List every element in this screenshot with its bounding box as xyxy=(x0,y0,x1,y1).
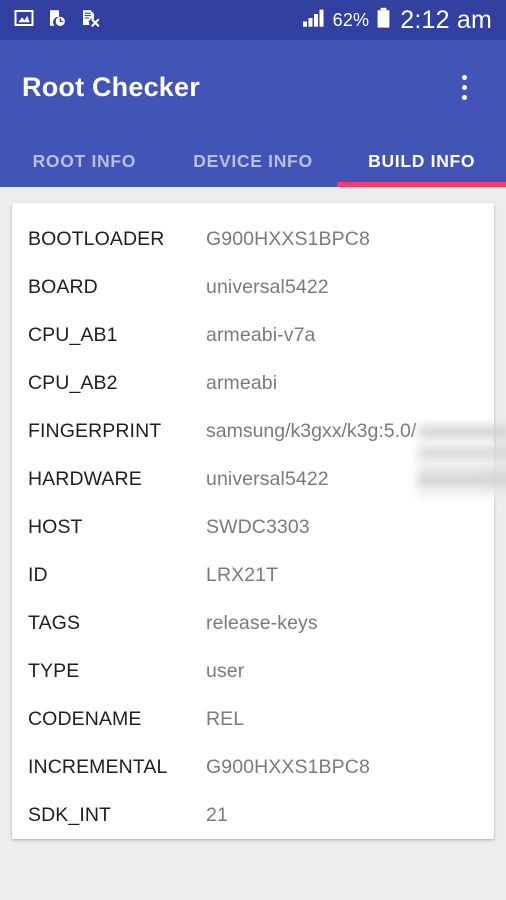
table-row: CODENAME REL xyxy=(12,695,494,743)
row-label: SDK_INT xyxy=(28,804,112,826)
row-label: BOARD xyxy=(28,276,98,298)
app-window: 62% 2:12 am Root Checker ROOT INFO DEVIC… xyxy=(0,0,506,900)
row-label: INCREMENTAL xyxy=(28,756,168,778)
row-value: user xyxy=(206,660,245,682)
row-value: universal5422 xyxy=(206,468,329,490)
tab-bar: ROOT INFO DEVICE INFO BUILD INFO xyxy=(0,135,506,187)
table-row: TAGS release-keys xyxy=(12,599,494,647)
row-value: universal5422 xyxy=(206,276,329,298)
page-title: Root Checker xyxy=(22,72,200,102)
row-label: TAGS xyxy=(28,612,81,634)
status-bar-notification-icons xyxy=(14,8,100,33)
tab-device-info[interactable]: DEVICE INFO xyxy=(169,135,338,187)
row-label: HARDWARE xyxy=(28,468,142,490)
status-bar-system-icons: 62% 2:12 am xyxy=(302,7,492,34)
tab-label: ROOT INFO xyxy=(32,150,137,171)
row-label: CODENAME xyxy=(28,708,142,730)
file-cancel-icon xyxy=(80,8,100,33)
table-row: INCREMENTAL G900HXXS1BPC8 xyxy=(12,743,494,791)
table-row: TYPE user xyxy=(12,647,494,695)
app-bar-main-row: Root Checker xyxy=(0,40,506,135)
signal-bars-icon xyxy=(302,8,326,33)
tab-build-info[interactable]: BUILD INFO xyxy=(337,135,506,187)
row-label: HOST xyxy=(28,516,83,538)
clock-label: 2:12 am xyxy=(400,5,492,34)
table-row: CPU_AB2 armeabi xyxy=(12,359,494,407)
tab-label: BUILD INFO xyxy=(368,150,476,171)
row-label: CPU_AB2 xyxy=(28,372,118,394)
row-value: 21 xyxy=(206,804,228,826)
row-label: ID xyxy=(28,564,48,586)
table-row: HOST SWDC3303 xyxy=(12,503,494,551)
table-row: BOOTLOADER G900HXXS1BPC8 xyxy=(12,215,494,263)
overflow-dot xyxy=(461,75,467,80)
row-label: CPU_AB1 xyxy=(28,324,118,346)
tab-label: DEVICE INFO xyxy=(193,150,313,171)
row-label: BOOTLOADER xyxy=(28,228,165,250)
table-row: SDK_INT 21 xyxy=(12,791,494,839)
table-row: CPU_AB1 armeabi-v7a xyxy=(12,311,494,359)
row-value: G900HXXS1BPC8 xyxy=(206,756,370,778)
row-value: armeabi-v7a xyxy=(206,324,316,346)
fingerprint-value-block: samsung/k3gxx/k3g:5.0/ xyxy=(206,407,506,496)
row-value: LRX21T xyxy=(206,564,279,586)
image-icon xyxy=(14,8,34,33)
row-value: samsung/k3gxx/k3g:5.0/ xyxy=(206,420,417,442)
app-bar: Root Checker ROOT INFO DEVICE INFO BUILD… xyxy=(0,40,506,187)
row-value: SWDC3303 xyxy=(206,516,310,538)
row-value: armeabi xyxy=(206,372,278,394)
row-label: TYPE xyxy=(28,660,80,682)
tab-root-info[interactable]: ROOT INFO xyxy=(0,135,169,187)
build-info-card: BOOTLOADER G900HXXS1BPC8 BOARD universal… xyxy=(12,203,506,839)
device-clock-icon xyxy=(47,8,67,33)
row-value: release-keys xyxy=(206,612,318,634)
battery-percent-label: 62% xyxy=(332,10,370,30)
table-row: ID LRX21T xyxy=(12,551,494,599)
overflow-dot xyxy=(461,95,467,100)
overflow-dot xyxy=(461,85,467,90)
overflow-menu-icon[interactable] xyxy=(444,64,484,112)
row-value: REL xyxy=(206,708,245,730)
row-value: G900HXXS1BPC8 xyxy=(206,228,370,250)
row-label: FINGERPRINT xyxy=(28,420,162,442)
build-info-scroll-area[interactable]: BOOTLOADER G900HXXS1BPC8 BOARD universal… xyxy=(0,187,506,900)
table-row: BOARD universal5422 xyxy=(12,263,494,311)
status-bar: 62% 2:12 am xyxy=(0,0,506,40)
battery-icon xyxy=(376,7,391,34)
table-row-fingerprint: FINGERPRINT samsung/k3gxx/k3g:5.0/ xyxy=(12,407,506,496)
